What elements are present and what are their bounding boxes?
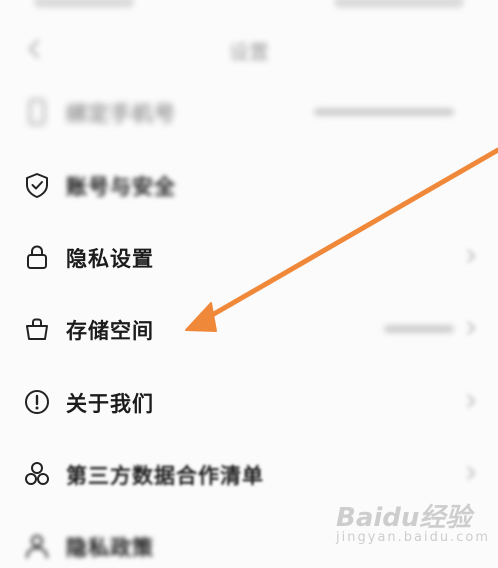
user-icon	[22, 531, 52, 561]
status-bar	[0, 0, 498, 22]
page-title: 设置	[229, 40, 269, 64]
status-bar-right	[334, 0, 464, 8]
settings-item-about-us[interactable]: 关于我们	[0, 378, 498, 424]
lock-icon	[22, 242, 52, 272]
settings-item-label: 关于我们	[66, 392, 154, 416]
settings-item-label: 第三方数据合作清单	[66, 464, 264, 488]
settings-item-label: 隐私设置	[66, 247, 154, 271]
share-nodes-icon	[22, 459, 52, 489]
chevron-right-icon	[466, 320, 476, 336]
shield-icon	[22, 170, 52, 200]
settings-item-account-security[interactable]: 账号与安全	[0, 161, 498, 207]
title-bar: 设置	[0, 24, 498, 74]
watermark-url: jingyan.baidu.com	[336, 530, 490, 545]
phone-icon	[22, 97, 52, 127]
chevron-right-icon	[466, 248, 476, 264]
settings-item-third-party-data[interactable]: 第三方数据合作清单	[0, 450, 498, 496]
watermark: Baidu经验 jingyan.baidu.com	[336, 497, 490, 545]
settings-item-value	[314, 108, 454, 116]
settings-item-label: 绑定手机号	[66, 102, 176, 126]
chevron-right-icon	[466, 465, 476, 481]
info-icon	[22, 387, 52, 417]
settings-item-phone[interactable]: 绑定手机号	[0, 88, 498, 134]
settings-item-storage[interactable]: 存储空间	[0, 305, 498, 351]
settings-item-privacy-settings[interactable]: 隐私设置	[0, 233, 498, 279]
chevron-right-icon	[466, 393, 476, 409]
settings-item-label: 隐私政策	[66, 536, 154, 560]
storage-icon	[22, 314, 52, 344]
settings-item-label: 存储空间	[66, 319, 154, 343]
status-bar-left	[34, 0, 134, 8]
watermark-logo-text: Baidu经验	[336, 503, 472, 533]
settings-item-value	[384, 325, 454, 333]
settings-item-label: 账号与安全	[66, 175, 176, 199]
